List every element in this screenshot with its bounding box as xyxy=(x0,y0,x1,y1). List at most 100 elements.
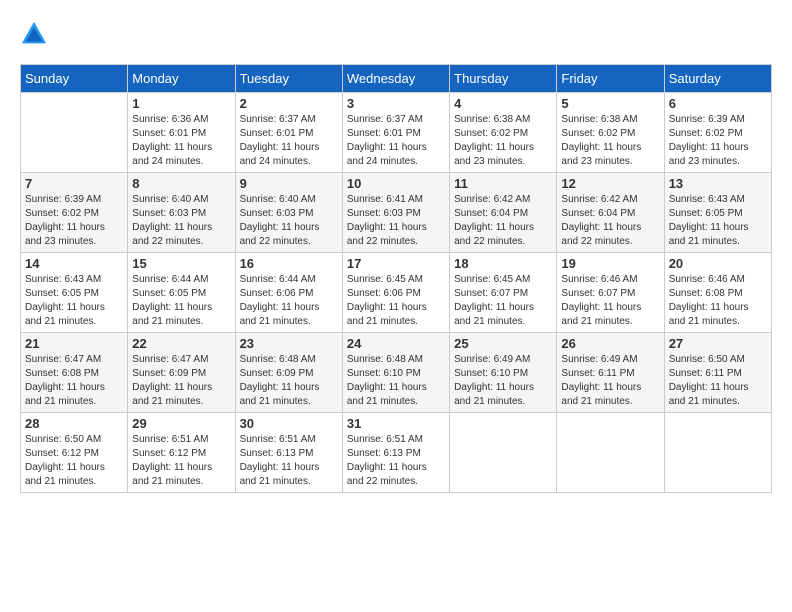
calendar-cell: 8Sunrise: 6:40 AM Sunset: 6:03 PM Daylig… xyxy=(128,173,235,253)
day-number: 20 xyxy=(669,256,767,271)
calendar-cell: 30 Sunrise: 6:51 AM Sunset: 6:13 PM Dayli… xyxy=(235,413,342,493)
day-info: Sunrise: 6:48 AM Sunset: 6:10 PM Dayligh… xyxy=(347,353,445,409)
column-header-monday: Monday xyxy=(128,65,235,93)
day-number: 22 xyxy=(132,336,230,351)
calendar-cell: 19 Sunrise: 6:46 AM Sunset: 6:07 PM Dayli… xyxy=(557,253,664,333)
calendar-cell: 18 Sunrise: 6:45 AM Sunset: 6:07 PM Dayli… xyxy=(450,253,557,333)
day-info: Sunrise: 6:41 AM Sunset: 6:03 PM Dayligh… xyxy=(347,193,445,249)
calendar-cell: 28 Sunrise: 6:50 AM Sunset: 6:12 PM Dayli… xyxy=(21,413,128,493)
day-number: 16 xyxy=(240,256,338,271)
day-info: Sunrise: 6:37 AM Sunset: 6:01 PM Dayligh… xyxy=(347,113,445,169)
calendar-cell: 10Sunrise: 6:41 AM Sunset: 6:03 PM Dayli… xyxy=(342,173,449,253)
calendar-cell: 22 Sunrise: 6:47 AM Sunset: 6:09 PM Dayli… xyxy=(128,333,235,413)
day-number: 13 xyxy=(669,176,767,191)
column-header-wednesday: Wednesday xyxy=(342,65,449,93)
day-info: Sunrise: 6:50 AM Sunset: 6:12 PM Dayligh… xyxy=(25,433,123,489)
day-info: Sunrise: 6:51 AM Sunset: 6:13 PM Dayligh… xyxy=(347,433,445,489)
calendar-cell: 21 Sunrise: 6:47 AM Sunset: 6:08 PM Dayli… xyxy=(21,333,128,413)
calendar-cell: 3Sunrise: 6:37 AM Sunset: 6:01 PM Daylig… xyxy=(342,93,449,173)
day-number: 4 xyxy=(454,96,552,111)
column-header-tuesday: Tuesday xyxy=(235,65,342,93)
day-info: Sunrise: 6:42 AM Sunset: 6:04 PM Dayligh… xyxy=(454,193,552,249)
calendar-cell: 1 Sunrise: 6:36 AM Sunset: 6:01 PM Daylig… xyxy=(128,93,235,173)
day-info: Sunrise: 6:39 AM Sunset: 6:02 PM Dayligh… xyxy=(669,113,767,169)
calendar-week-row: 21 Sunrise: 6:47 AM Sunset: 6:08 PM Dayli… xyxy=(21,333,772,413)
day-number: 11 xyxy=(454,176,552,191)
day-info: Sunrise: 6:44 AM Sunset: 6:05 PM Dayligh… xyxy=(132,273,230,329)
day-info: Sunrise: 6:37 AM Sunset: 6:01 PM Dayligh… xyxy=(240,113,338,169)
column-header-thursday: Thursday xyxy=(450,65,557,93)
calendar-cell: 7Sunrise: 6:39 AM Sunset: 6:02 PM Daylig… xyxy=(21,173,128,253)
calendar-cell: 6 Sunrise: 6:39 AM Sunset: 6:02 PM Daylig… xyxy=(664,93,771,173)
calendar-cell: 24 Sunrise: 6:48 AM Sunset: 6:10 PM Dayli… xyxy=(342,333,449,413)
calendar-week-row: 28 Sunrise: 6:50 AM Sunset: 6:12 PM Dayli… xyxy=(21,413,772,493)
calendar-cell: 5 Sunrise: 6:38 AM Sunset: 6:02 PM Daylig… xyxy=(557,93,664,173)
day-info: Sunrise: 6:47 AM Sunset: 6:09 PM Dayligh… xyxy=(132,353,230,409)
day-number: 15 xyxy=(132,256,230,271)
day-info: Sunrise: 6:42 AM Sunset: 6:04 PM Dayligh… xyxy=(561,193,659,249)
day-number: 5 xyxy=(561,96,659,111)
day-info: Sunrise: 6:51 AM Sunset: 6:13 PM Dayligh… xyxy=(240,433,338,489)
day-info: Sunrise: 6:46 AM Sunset: 6:07 PM Dayligh… xyxy=(561,273,659,329)
calendar-cell xyxy=(557,413,664,493)
calendar-table: SundayMondayTuesdayWednesdayThursdayFrid… xyxy=(20,64,772,493)
calendar-cell: 4 Sunrise: 6:38 AM Sunset: 6:02 PM Daylig… xyxy=(450,93,557,173)
calendar-cell: 2 Sunrise: 6:37 AM Sunset: 6:01 PM Daylig… xyxy=(235,93,342,173)
day-info: Sunrise: 6:36 AM Sunset: 6:01 PM Dayligh… xyxy=(132,113,230,169)
day-info: Sunrise: 6:38 AM Sunset: 6:02 PM Dayligh… xyxy=(561,113,659,169)
calendar-cell: 11 Sunrise: 6:42 AM Sunset: 6:04 PM Dayli… xyxy=(450,173,557,253)
day-number: 18 xyxy=(454,256,552,271)
day-info: Sunrise: 6:45 AM Sunset: 6:07 PM Dayligh… xyxy=(454,273,552,329)
calendar-cell: 27Sunrise: 6:50 AM Sunset: 6:11 PM Dayli… xyxy=(664,333,771,413)
calendar-week-row: 1 Sunrise: 6:36 AM Sunset: 6:01 PM Daylig… xyxy=(21,93,772,173)
day-number: 21 xyxy=(25,336,123,351)
day-number: 30 xyxy=(240,416,338,431)
day-number: 23 xyxy=(240,336,338,351)
day-number: 28 xyxy=(25,416,123,431)
calendar-cell: 13 Sunrise: 6:43 AM Sunset: 6:05 PM Dayli… xyxy=(664,173,771,253)
day-info: Sunrise: 6:40 AM Sunset: 6:03 PM Dayligh… xyxy=(240,193,338,249)
day-number: 29 xyxy=(132,416,230,431)
page-header xyxy=(20,20,772,48)
day-number: 25 xyxy=(454,336,552,351)
day-number: 17 xyxy=(347,256,445,271)
day-info: Sunrise: 6:38 AM Sunset: 6:02 PM Dayligh… xyxy=(454,113,552,169)
day-info: Sunrise: 6:43 AM Sunset: 6:05 PM Dayligh… xyxy=(669,193,767,249)
day-number: 6 xyxy=(669,96,767,111)
calendar-cell: 26Sunrise: 6:49 AM Sunset: 6:11 PM Dayli… xyxy=(557,333,664,413)
calendar-cell: 14Sunrise: 6:43 AM Sunset: 6:05 PM Dayli… xyxy=(21,253,128,333)
calendar-cell: 31Sunrise: 6:51 AM Sunset: 6:13 PM Dayli… xyxy=(342,413,449,493)
calendar-cell xyxy=(21,93,128,173)
day-info: Sunrise: 6:50 AM Sunset: 6:11 PM Dayligh… xyxy=(669,353,767,409)
day-number: 26 xyxy=(561,336,659,351)
day-info: Sunrise: 6:49 AM Sunset: 6:10 PM Dayligh… xyxy=(454,353,552,409)
day-info: Sunrise: 6:51 AM Sunset: 6:12 PM Dayligh… xyxy=(132,433,230,489)
calendar-header-row: SundayMondayTuesdayWednesdayThursdayFrid… xyxy=(21,65,772,93)
logo-icon xyxy=(20,20,48,48)
calendar-week-row: 7Sunrise: 6:39 AM Sunset: 6:02 PM Daylig… xyxy=(21,173,772,253)
calendar-cell: 20 Sunrise: 6:46 AM Sunset: 6:08 PM Dayli… xyxy=(664,253,771,333)
day-info: Sunrise: 6:44 AM Sunset: 6:06 PM Dayligh… xyxy=(240,273,338,329)
day-info: Sunrise: 6:48 AM Sunset: 6:09 PM Dayligh… xyxy=(240,353,338,409)
day-number: 7 xyxy=(25,176,123,191)
calendar-cell: 23 Sunrise: 6:48 AM Sunset: 6:09 PM Dayli… xyxy=(235,333,342,413)
day-info: Sunrise: 6:47 AM Sunset: 6:08 PM Dayligh… xyxy=(25,353,123,409)
day-number: 19 xyxy=(561,256,659,271)
day-number: 1 xyxy=(132,96,230,111)
logo xyxy=(20,20,52,48)
calendar-cell xyxy=(664,413,771,493)
calendar-cell: 17 Sunrise: 6:45 AM Sunset: 6:06 PM Dayli… xyxy=(342,253,449,333)
day-info: Sunrise: 6:45 AM Sunset: 6:06 PM Dayligh… xyxy=(347,273,445,329)
calendar-cell: 29 Sunrise: 6:51 AM Sunset: 6:12 PM Dayli… xyxy=(128,413,235,493)
day-number: 9 xyxy=(240,176,338,191)
day-number: 24 xyxy=(347,336,445,351)
column-header-sunday: Sunday xyxy=(21,65,128,93)
day-number: 2 xyxy=(240,96,338,111)
column-header-friday: Friday xyxy=(557,65,664,93)
calendar-cell xyxy=(450,413,557,493)
calendar-cell: 25 Sunrise: 6:49 AM Sunset: 6:10 PM Dayli… xyxy=(450,333,557,413)
day-info: Sunrise: 6:46 AM Sunset: 6:08 PM Dayligh… xyxy=(669,273,767,329)
day-number: 8 xyxy=(132,176,230,191)
calendar-cell: 9 Sunrise: 6:40 AM Sunset: 6:03 PM Daylig… xyxy=(235,173,342,253)
calendar-cell: 12Sunrise: 6:42 AM Sunset: 6:04 PM Dayli… xyxy=(557,173,664,253)
